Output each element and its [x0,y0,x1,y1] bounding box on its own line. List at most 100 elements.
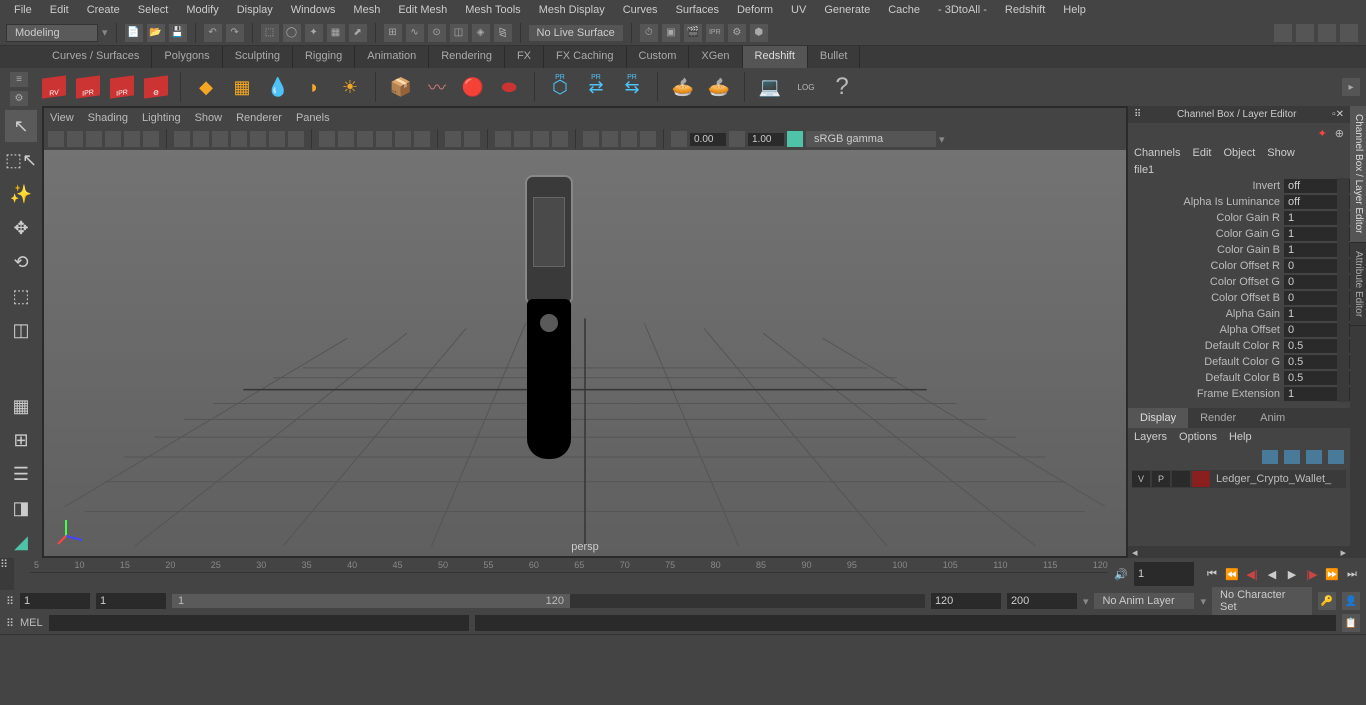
shelf-tab-sculpting[interactable]: Sculpting [223,46,293,68]
layer-tab-display[interactable]: Display [1128,408,1188,428]
construction-history-icon[interactable]: ⏱ [640,24,658,42]
rs-ipr-icon[interactable]: IPR [76,75,100,98]
menu-deform[interactable]: Deform [729,2,781,18]
menu-help[interactable]: Help [1055,2,1094,18]
menu-cache[interactable]: Cache [880,2,928,18]
shelf-gear-icon[interactable]: ⚙ [10,91,28,106]
panel-handle-icon[interactable]: ⠿ [1134,109,1141,120]
uv-select-icon[interactable]: ▦ [327,24,345,42]
step-back-icon[interactable]: ◀| [1244,566,1260,582]
rs-dome-light-icon[interactable]: ◗ [299,72,329,102]
vp-aa-icon[interactable] [533,131,549,147]
layer-menu-layers[interactable]: Layers [1134,431,1167,443]
vp-image-plane-icon[interactable] [105,131,121,147]
ch-channels[interactable]: Channels [1134,147,1180,159]
rs-proxy-icon[interactable]: 📦 [386,72,416,102]
layer-move-up-icon[interactable] [1262,450,1278,464]
vp-menu-show[interactable]: Show [195,112,223,124]
ipr-render-icon[interactable]: IPR [706,24,724,42]
vp-motion-blur-icon[interactable] [514,131,530,147]
prefs-icon[interactable]: 👤 [1342,592,1360,610]
vp-lock-cam-icon[interactable] [67,131,83,147]
workspace-layout3-icon[interactable] [1318,24,1336,42]
vp-exposure-field[interactable]: 0.00 [690,133,726,146]
redo-icon[interactable]: ↷ [226,24,244,42]
shelf-scroll-icon[interactable]: ▸ [1342,78,1360,96]
attr-scrollbar[interactable] [1337,178,1349,402]
rs-bake2-icon[interactable]: 🥧 [704,72,734,102]
vp-isolate-icon[interactable] [414,131,430,147]
vp-gate-mask-icon[interactable] [231,131,247,147]
vp-field-chart-icon[interactable] [250,131,266,147]
mel-label[interactable]: MEL [20,617,43,629]
vp-grid-icon[interactable] [174,131,190,147]
paint-select-icon[interactable]: ✦ [305,24,323,42]
vp-gamma-field[interactable]: 1.00 [748,133,784,146]
shelf-tab-rigging[interactable]: Rigging [293,46,355,68]
layer-scroll-right-icon[interactable]: ▸ [1336,546,1350,558]
vp-gamma-icon[interactable] [729,131,745,147]
shelf-tab-fx[interactable]: FX [505,46,544,68]
vp-xray-joints-icon[interactable] [464,131,480,147]
layer-name-label[interactable]: Ledger_Crypto_Wallet_ [1212,473,1331,485]
rs-log-icon[interactable]: LOG [791,72,821,102]
layout-single-icon[interactable]: ▦ [5,390,37,422]
vp-menu-lighting[interactable]: Lighting [142,112,181,124]
select-tool[interactable]: ↖ [5,110,37,142]
menu-file[interactable]: File [6,2,40,18]
hypershade-icon[interactable]: ⬢ [750,24,768,42]
menu-surfaces[interactable]: Surfaces [668,2,727,18]
mel-input[interactable] [49,615,469,631]
range-end-field[interactable] [1007,593,1077,609]
range-start-field[interactable] [20,593,90,609]
vp-menu-shading[interactable]: Shading [88,112,128,124]
menu-mesh[interactable]: Mesh [345,2,388,18]
menu-select[interactable]: Select [130,2,177,18]
undo-icon[interactable]: ↶ [204,24,222,42]
vp-isolate5-icon[interactable] [640,131,656,147]
lasso-tool[interactable]: ⬚↖ [5,144,37,176]
workspace-selector[interactable]: Modeling [6,24,98,42]
symmetry-icon[interactable]: ⧎ [494,24,512,42]
layer-color-swatch[interactable] [1192,471,1210,487]
step-forward-key-icon[interactable]: ⏩ [1324,566,1340,582]
rs-portal-light-icon[interactable]: ▦ [227,72,257,102]
layer-visible-toggle[interactable]: V [1132,471,1150,487]
menu-mesh-display[interactable]: Mesh Display [531,2,613,18]
last-tool[interactable]: ◫ [5,314,37,346]
play-forward-icon[interactable]: ▶ [1284,566,1300,582]
character-set-selector[interactable]: No Character Set [1212,587,1312,615]
vp-shaded-icon[interactable] [338,131,354,147]
rs-bake-icon[interactable]: 🥧 [668,72,698,102]
vp-film-gate-icon[interactable] [193,131,209,147]
viewport-3d[interactable]: persp [44,150,1126,556]
snap-grid-icon[interactable]: ⊞ [384,24,402,42]
menu-generate[interactable]: Generate [816,2,878,18]
menu-edit-mesh[interactable]: Edit Mesh [390,2,455,18]
shelf-tab-curves[interactable]: Curves / Surfaces [40,46,152,68]
move-tool[interactable]: ✥ [5,212,37,244]
time-sound-icon[interactable]: 🔊 [1112,558,1130,590]
layer-new-empty-icon[interactable] [1306,450,1322,464]
vp-safe-action-icon[interactable] [269,131,285,147]
layer-tab-anim[interactable]: Anim [1248,408,1297,428]
shelf-tab-animation[interactable]: Animation [355,46,429,68]
rs-pr3-icon[interactable]: ⇆PR [617,72,647,102]
vp-wireframe-icon[interactable] [319,131,335,147]
snap-curve-icon[interactable]: ∿ [406,24,424,42]
vtab-attribute-editor[interactable]: Attribute Editor [1350,243,1366,326]
layer-type-toggle[interactable] [1172,471,1190,487]
shelf-tab-bullet[interactable]: Bullet [808,46,861,68]
go-to-start-icon[interactable]: ⏮ [1204,566,1220,582]
vp-shadows-icon[interactable] [395,131,411,147]
mel-handle-icon[interactable]: ⠿ [6,617,14,630]
rs-settings-icon[interactable]: ⚙ [144,75,168,98]
vp-xray-icon[interactable] [445,131,461,147]
vp-menu-renderer[interactable]: Renderer [236,112,282,124]
step-back-key-icon[interactable]: ⏪ [1224,566,1240,582]
layout-outliner-icon[interactable]: ☰ [5,458,37,490]
shelf-tab-fx-caching[interactable]: FX Caching [544,46,626,68]
range-dropdown-icon[interactable]: ▾ [1083,595,1089,608]
range-handle-icon[interactable]: ⠿ [6,595,14,608]
vp-menu-view[interactable]: View [50,112,74,124]
